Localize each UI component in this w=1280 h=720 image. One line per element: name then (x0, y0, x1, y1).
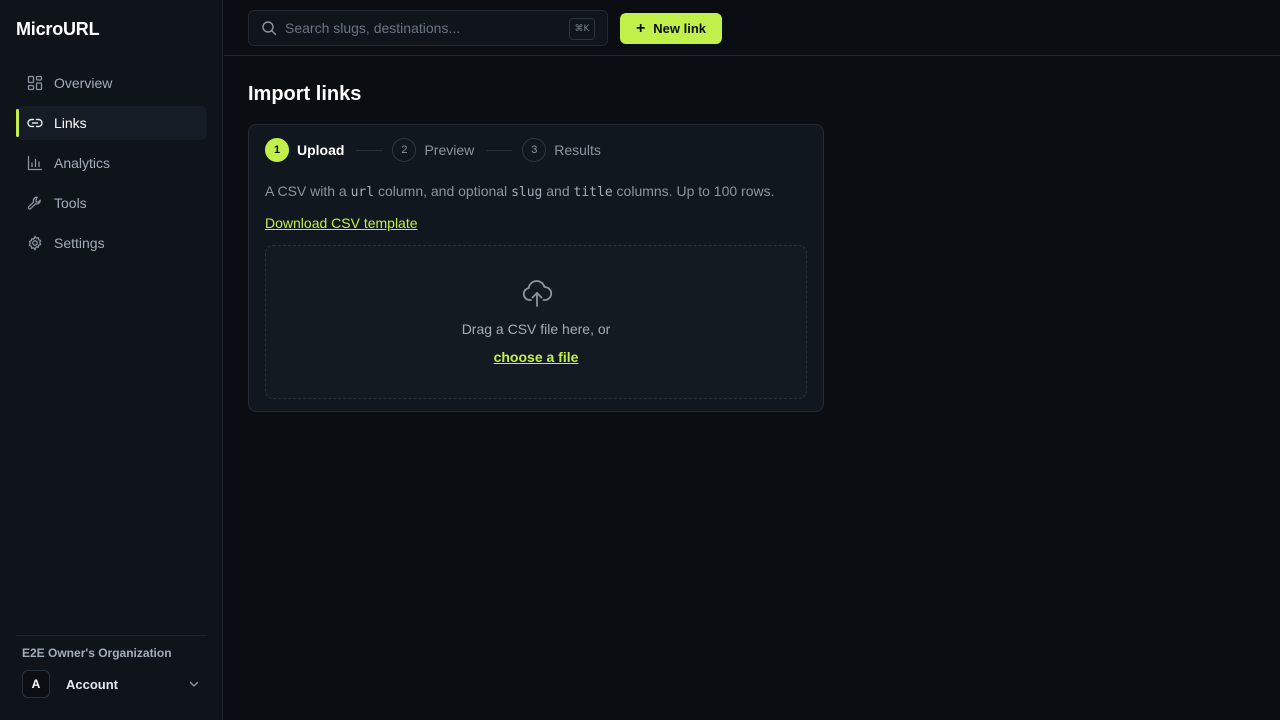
description-text: and (542, 183, 574, 199)
step-upload: 1 Upload (265, 138, 344, 162)
search-input[interactable] (285, 20, 555, 36)
sidebar-item-label: Settings (54, 235, 105, 251)
step-number: 2 (392, 138, 417, 162)
new-link-label: New link (653, 21, 707, 36)
import-description: A CSV with a url column, and optional sl… (265, 183, 775, 200)
code-url: url (350, 185, 375, 200)
step-preview: 2 Preview (392, 138, 474, 162)
code-title: title (573, 185, 613, 200)
new-link-button[interactable]: + New link (620, 13, 722, 44)
step-divider (486, 149, 513, 151)
search-icon (262, 21, 277, 36)
grid-icon (27, 75, 43, 91)
step-label: Results (554, 142, 601, 158)
step-label: Upload (297, 142, 345, 158)
topbar: ⌘K + New link (224, 0, 1280, 56)
gear-icon (27, 235, 43, 251)
step-results: 3 Results (522, 138, 601, 162)
sidebar-item-label: Tools (54, 195, 87, 211)
sidebar-item-label: Overview (54, 75, 113, 91)
account-label: Account (66, 676, 118, 692)
dropzone-text: Drag a CSV file here, or (461, 321, 611, 337)
sidebar-nav: Overview Links Analytics Tools Settings (16, 66, 207, 266)
org-switcher: E2E Owner's Organization A Account (16, 635, 207, 698)
page-title: Import links (248, 83, 362, 105)
step-label: Preview (424, 142, 475, 158)
sidebar-item-settings[interactable]: Settings (16, 226, 207, 260)
sidebar-item-overview[interactable]: Overview (16, 66, 207, 100)
link-icon (27, 115, 43, 131)
sidebar-item-label: Links (54, 115, 87, 131)
chevron-down-icon (189, 681, 199, 687)
org-name: E2E Owner's Organization (22, 646, 172, 660)
stepper: 1 Upload 2 Preview 3 Results (265, 138, 601, 162)
csv-dropzone[interactable]: Drag a CSV file here, or choose a file (265, 245, 807, 399)
import-card: 1 Upload 2 Preview 3 Results A CSV with … (248, 124, 824, 412)
brand-logo[interactable]: MicroURL (16, 19, 100, 40)
sidebar-item-links[interactable]: Links (16, 106, 207, 140)
code-slug: slug (511, 185, 543, 200)
wrench-icon (27, 195, 43, 211)
sidebar-item-analytics[interactable]: Analytics (16, 146, 207, 180)
description-text: column, and optional (374, 183, 512, 199)
step-number: 1 (265, 138, 289, 162)
description-text: A CSV with a (265, 183, 351, 199)
cloud-upload-icon (522, 280, 553, 307)
plus-icon: + (635, 19, 646, 37)
account-menu-button[interactable]: A Account (16, 670, 207, 698)
step-number: 3 (522, 138, 547, 162)
search-box[interactable]: ⌘K (248, 10, 608, 46)
search-shortcut-badge: ⌘K (569, 18, 595, 40)
choose-file-link[interactable]: choose a file (266, 349, 806, 365)
avatar: A (22, 670, 50, 698)
description-text: columns. Up to 100 rows. (612, 183, 775, 199)
download-template-link[interactable]: Download CSV template (265, 215, 418, 231)
bar-chart-icon (27, 155, 43, 171)
sidebar-item-label: Analytics (54, 155, 111, 171)
step-divider (356, 149, 383, 151)
sidebar-item-tools[interactable]: Tools (16, 186, 207, 220)
sidebar: MicroURL Overview Links Analytics Tools … (0, 0, 223, 720)
